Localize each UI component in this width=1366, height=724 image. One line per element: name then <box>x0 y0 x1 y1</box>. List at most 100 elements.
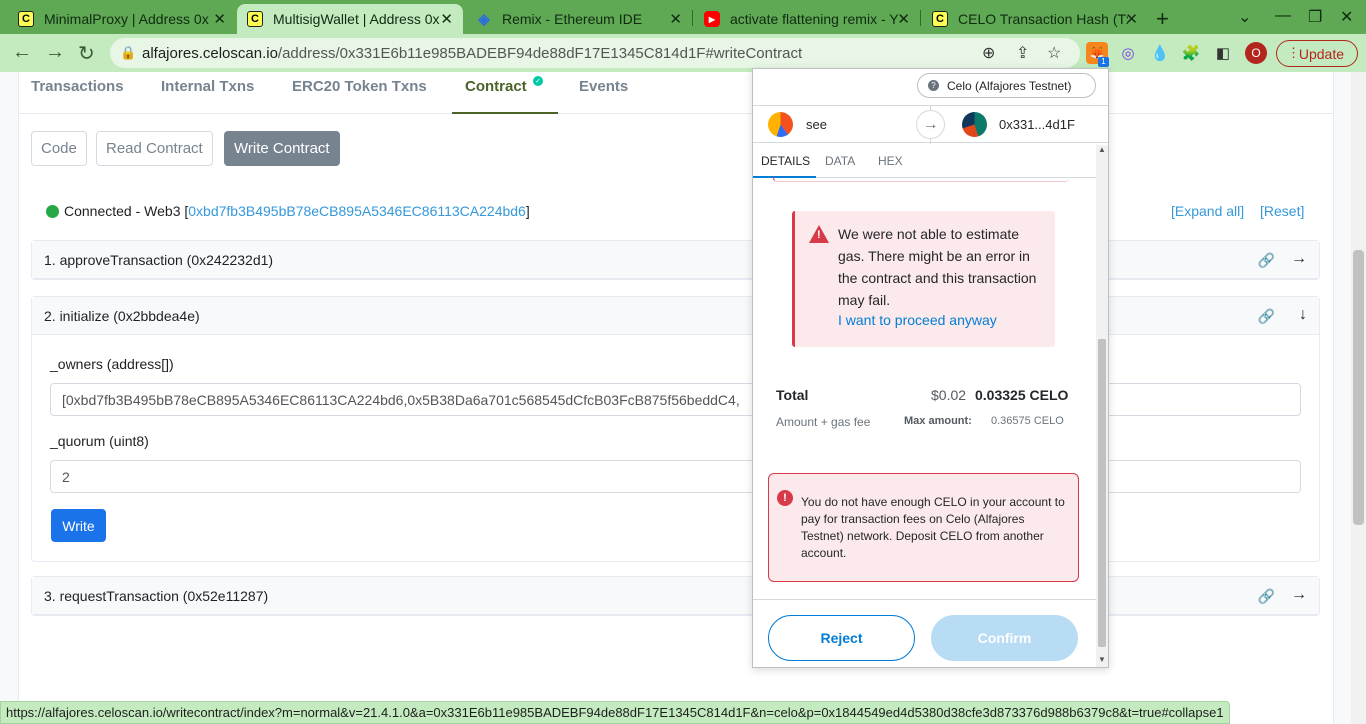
close-icon[interactable]: ✕ <box>897 10 910 28</box>
lock-icon[interactable]: 🔒 <box>120 45 136 61</box>
reload-icon[interactable]: ↻ <box>78 41 95 66</box>
tab-transactions[interactable]: Transactions <box>31 78 124 95</box>
total-usd: $0.02 <box>931 387 967 403</box>
tab-details[interactable]: DETAILS <box>761 154 810 168</box>
address-bar[interactable]: 🔒 alfajores.celoscan.io/address/0x331E6b… <box>110 38 1080 68</box>
close-icon[interactable]: ✕ <box>213 10 226 28</box>
close-icon[interactable]: ✕ <box>440 10 453 28</box>
update-button[interactable]: ⋮ Update <box>1276 40 1358 67</box>
write-button[interactable]: Write <box>51 509 106 542</box>
total-label: Total <box>776 387 809 403</box>
tab-title: MultisigWallet | Address 0x <box>273 11 440 27</box>
quorum-input[interactable]: 2 <box>50 460 1301 493</box>
new-tab-plus-icon[interactable]: + <box>1156 6 1169 32</box>
write-contract-button[interactable]: Write Contract <box>224 131 340 166</box>
close-icon[interactable]: ✕ <box>1125 10 1138 28</box>
error-info-icon: ! <box>777 490 793 506</box>
question-icon: ? <box>928 80 939 91</box>
browser-tab-minimalproxy[interactable]: C MinimalProxy | Address 0x ✕ <box>8 4 236 34</box>
metamask-popup: ? Celo (Alfajores Testnet) see → 0x331..… <box>752 68 1109 668</box>
extensions-puzzle-icon[interactable]: 🧩 <box>1180 42 1202 64</box>
tab-data[interactable]: DATA <box>825 154 855 168</box>
tab-title: MinimalProxy | Address 0x <box>44 11 209 27</box>
restore-icon[interactable]: ❐ <box>1308 7 1322 27</box>
total-celo: 0.03325 CELO <box>975 387 1069 403</box>
link-icon[interactable]: 🔗 <box>1258 588 1275 605</box>
gas-estimate-warning: ! We were not able to estimate gas. Ther… <box>792 211 1055 347</box>
arrow-down-icon[interactable]: ↓ <box>1299 306 1307 324</box>
tab-separator <box>920 10 921 26</box>
tab-title: activate flattening remix - Y <box>730 11 899 27</box>
close-icon[interactable]: ✕ <box>669 10 682 28</box>
function-header[interactable]: 3. requestTransaction (0x52e11287) 🔗 → <box>32 577 1319 615</box>
insufficient-funds-warning: ! You do not have enough CELO in your ac… <box>768 473 1079 582</box>
browser-tab-strip: C MinimalProxy | Address 0x ✕ C Multisig… <box>0 0 1366 34</box>
tab-contract[interactable]: Contract <box>465 78 527 95</box>
tab-internal-txns[interactable]: Internal Txns <box>161 78 254 95</box>
code-button[interactable]: Code <box>31 131 87 166</box>
reset-link[interactable]: [Reset] <box>1260 203 1304 219</box>
side-panel-icon[interactable]: ◧ <box>1212 42 1234 64</box>
owners-input[interactable]: [0xbd7fb3B495bB78eCB895A5346EC86113CA224… <box>50 383 1301 416</box>
gas-warning-text: We were not able to estimate gas. There … <box>838 226 1037 308</box>
connection-status: Connected - Web3 [0xbd7fb3B495bB78eCB895… <box>46 203 530 219</box>
scroll-up-arrow-icon[interactable]: ▲ <box>1098 145 1106 154</box>
extension-swirl-icon[interactable]: ◎ <box>1117 42 1139 64</box>
celo-favicon-icon: C <box>18 11 34 27</box>
minimize-icon[interactable]: — <box>1275 7 1291 25</box>
contract-tabs: Transactions Internal Txns ERC20 Token T… <box>18 72 1334 114</box>
read-contract-button[interactable]: Read Contract <box>96 131 213 166</box>
network-selector[interactable]: ? Celo (Alfajores Testnet) <box>917 73 1096 98</box>
link-icon[interactable]: 🔗 <box>1258 252 1275 269</box>
arrow-right-icon[interactable]: → <box>1291 586 1307 604</box>
bookmark-star-icon[interactable]: ☆ <box>1047 43 1061 63</box>
active-tab-underline <box>452 112 558 114</box>
from-account-avatar <box>768 112 793 137</box>
tab-separator <box>692 10 693 26</box>
link-icon[interactable]: 🔗 <box>1258 308 1275 325</box>
quorum-label: _quorum (uint8) <box>50 433 149 449</box>
proceed-anyway-link[interactable]: I want to proceed anyway <box>838 312 997 328</box>
celo-favicon-icon: C <box>247 11 263 27</box>
function-header[interactable]: 1. approveTransaction (0x242232d1) 🔗 → <box>32 241 1319 279</box>
browser-tab-multisigwallet[interactable]: C MultisigWallet | Address 0x ✕ <box>237 4 463 34</box>
function-title: 1. approveTransaction (0x242232d1) <box>44 252 274 268</box>
reject-button[interactable]: Reject <box>768 615 915 661</box>
arrow-right-icon[interactable]: → <box>1291 250 1307 268</box>
connected-suffix: ] <box>525 203 530 219</box>
function-header[interactable]: 2. initialize (0x2bbdea4e) 🔗 ↓ <box>32 297 1319 335</box>
to-address[interactable]: 0x331...4d1F <box>999 117 1075 132</box>
confirm-button[interactable]: Confirm <box>931 615 1078 661</box>
browser-tab-celo-tx[interactable]: C CELO Transaction Hash (Tx) ✕ <box>922 4 1148 34</box>
tab-events[interactable]: Events <box>579 78 628 95</box>
from-account-name[interactable]: see <box>806 117 827 132</box>
max-amount-label: Max amount: <box>904 415 972 427</box>
back-arrow-icon[interactable]: ← <box>12 41 32 64</box>
window-close-icon[interactable]: ✕ <box>1340 7 1353 27</box>
connected-address-link[interactable]: 0xbd7fb3B495bB78eCB895A5346EC86113CA224b… <box>188 203 526 219</box>
extension-drop-icon[interactable]: 💧 <box>1149 42 1171 64</box>
forward-arrow-icon[interactable]: → <box>45 41 65 64</box>
popup-scroll-thumb[interactable] <box>1098 339 1106 647</box>
scroll-down-arrow-icon[interactable]: ▼ <box>1098 655 1106 664</box>
footer-divider <box>753 599 1096 600</box>
share-icon[interactable]: ⇪ <box>1016 43 1029 63</box>
tab-erc20-token-txns[interactable]: ERC20 Token Txns <box>292 78 427 95</box>
browser-tab-youtube[interactable]: ▶ activate flattening remix - Y ✕ <box>694 4 920 34</box>
function-request-transaction: 3. requestTransaction (0x52e11287) 🔗 → <box>31 576 1320 616</box>
more-dots-icon: ⋮ <box>1287 45 1300 60</box>
connected-dot-icon <box>46 204 59 218</box>
expand-all-link[interactable]: [Expand all] <box>1171 203 1244 219</box>
celo-favicon-icon: C <box>932 11 948 27</box>
update-label: Update <box>1298 45 1344 62</box>
function-title: 2. initialize (0x2bbdea4e) <box>44 308 200 324</box>
tab-search-chevron-icon[interactable]: ⌄ <box>1238 7 1251 27</box>
url-text: alfajores.celoscan.io/address/0x331E6b11… <box>142 45 803 62</box>
page-scroll-thumb[interactable] <box>1353 250 1364 525</box>
owners-label: _owners (address[]) <box>50 356 174 372</box>
profile-avatar[interactable]: O <box>1245 42 1267 64</box>
tab-title: CELO Transaction Hash (Tx) <box>958 11 1128 27</box>
zoom-icon[interactable]: ⊕ <box>982 43 995 63</box>
tab-hex[interactable]: HEX <box>878 154 903 168</box>
browser-tab-remix[interactable]: ◈ Remix - Ethereum IDE ✕ <box>466 4 692 34</box>
